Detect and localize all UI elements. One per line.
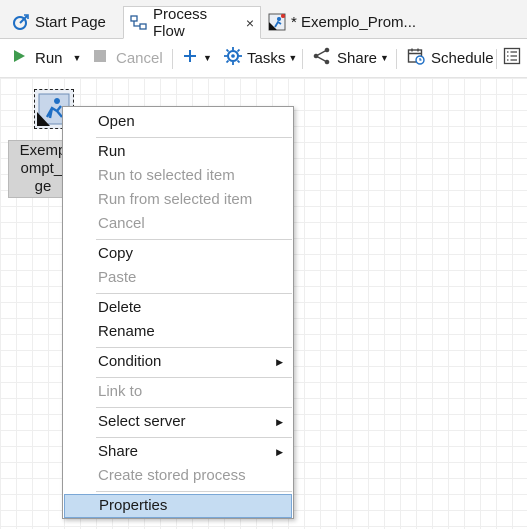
properties-toolbar-button[interactable] xyxy=(503,39,521,77)
close-icon[interactable]: × xyxy=(246,15,254,31)
menu-item-run-from-selected[interactable]: Run from selected item xyxy=(63,188,293,212)
tab-start-page[interactable]: Start Page xyxy=(6,6,112,38)
menu-separator xyxy=(96,293,292,294)
start-page-icon xyxy=(12,13,30,31)
share-button[interactable]: Share ▼ xyxy=(313,39,389,77)
menu-item-paste[interactable]: Paste xyxy=(63,266,293,290)
menu-item-delete[interactable]: Delete xyxy=(63,296,293,320)
schedule-label: Schedule xyxy=(431,49,494,67)
tasks-button[interactable]: Tasks ▼ xyxy=(223,39,297,77)
share-icon xyxy=(313,47,331,69)
tab-strip: Start Page Process Flow × * Exemplo_Prom… xyxy=(0,0,527,40)
menu-separator xyxy=(96,137,292,138)
program-icon xyxy=(268,13,286,31)
plus-icon xyxy=(183,49,197,67)
cancel-label: Cancel xyxy=(116,49,163,67)
play-icon xyxy=(12,49,26,67)
share-label: Share xyxy=(337,49,378,67)
submenu-arrow-icon: ▶ xyxy=(276,447,283,457)
menu-item-label: Share xyxy=(98,443,139,460)
menu-item-rename[interactable]: Rename xyxy=(63,320,293,344)
toolbar-divider xyxy=(396,49,397,69)
toolbar-divider xyxy=(302,49,303,69)
process-flow-icon xyxy=(130,14,148,32)
menu-item-properties[interactable]: Properties xyxy=(64,494,292,518)
tab-label: Process Flow xyxy=(153,5,208,40)
tab-label: * Exemplo_Prom... xyxy=(291,13,417,31)
toolbar-divider xyxy=(172,49,173,69)
chevron-down-icon: ▼ xyxy=(288,53,298,63)
stop-icon xyxy=(93,49,107,67)
tab-exemplo-program[interactable]: * Exemplo_Prom... xyxy=(262,6,422,38)
menu-separator xyxy=(96,491,292,492)
tab-label: Start Page xyxy=(35,13,106,31)
menu-item-label: Select server xyxy=(98,413,186,430)
menu-item-cancel[interactable]: Cancel xyxy=(63,212,293,236)
chevron-down-icon: ▼ xyxy=(380,53,389,63)
context-menu: Open Run Run to selected item Run from s… xyxy=(62,106,294,519)
menu-separator xyxy=(96,377,292,378)
menu-item-run-to-selected[interactable]: Run to selected item xyxy=(63,164,293,188)
schedule-button[interactable]: Schedule xyxy=(407,39,494,77)
menu-item-copy[interactable]: Copy xyxy=(63,242,293,266)
menu-separator xyxy=(96,407,292,408)
run-label: Run xyxy=(35,49,63,67)
menu-item-run[interactable]: Run xyxy=(63,140,293,164)
menu-item-create-stored-process[interactable]: Create stored process xyxy=(63,464,293,488)
tasks-gear-icon xyxy=(223,46,243,70)
menu-item-condition[interactable]: Condition ▶ xyxy=(63,350,293,374)
run-button[interactable]: Run ▼ xyxy=(12,39,81,77)
menu-item-link-to[interactable]: Link to xyxy=(63,380,293,404)
add-button[interactable]: ▼ xyxy=(183,39,212,77)
menu-separator xyxy=(96,437,292,438)
submenu-arrow-icon: ▶ xyxy=(276,417,283,427)
menu-item-share[interactable]: Share ▶ xyxy=(63,440,293,464)
tasks-label: Tasks xyxy=(247,49,286,67)
chevron-down-icon: ▼ xyxy=(203,53,212,63)
toolbar: Run ▼ Cancel ▼ Tasks ▼ Share ▼ Schedule xyxy=(0,39,527,78)
menu-item-select-server[interactable]: Select server ▶ xyxy=(63,410,293,434)
chevron-down-icon[interactable]: ▼ xyxy=(73,53,82,63)
cancel-button[interactable]: Cancel xyxy=(93,39,163,77)
properties-list-icon xyxy=(503,47,521,69)
menu-item-label: Condition xyxy=(98,353,162,370)
calendar-icon xyxy=(407,47,425,69)
tab-process-flow[interactable]: Process Flow × xyxy=(123,5,261,40)
submenu-arrow-icon: ▶ xyxy=(276,357,283,367)
menu-separator xyxy=(96,347,292,348)
menu-separator xyxy=(96,239,292,240)
menu-item-open[interactable]: Open xyxy=(63,110,293,134)
toolbar-divider xyxy=(496,49,497,69)
